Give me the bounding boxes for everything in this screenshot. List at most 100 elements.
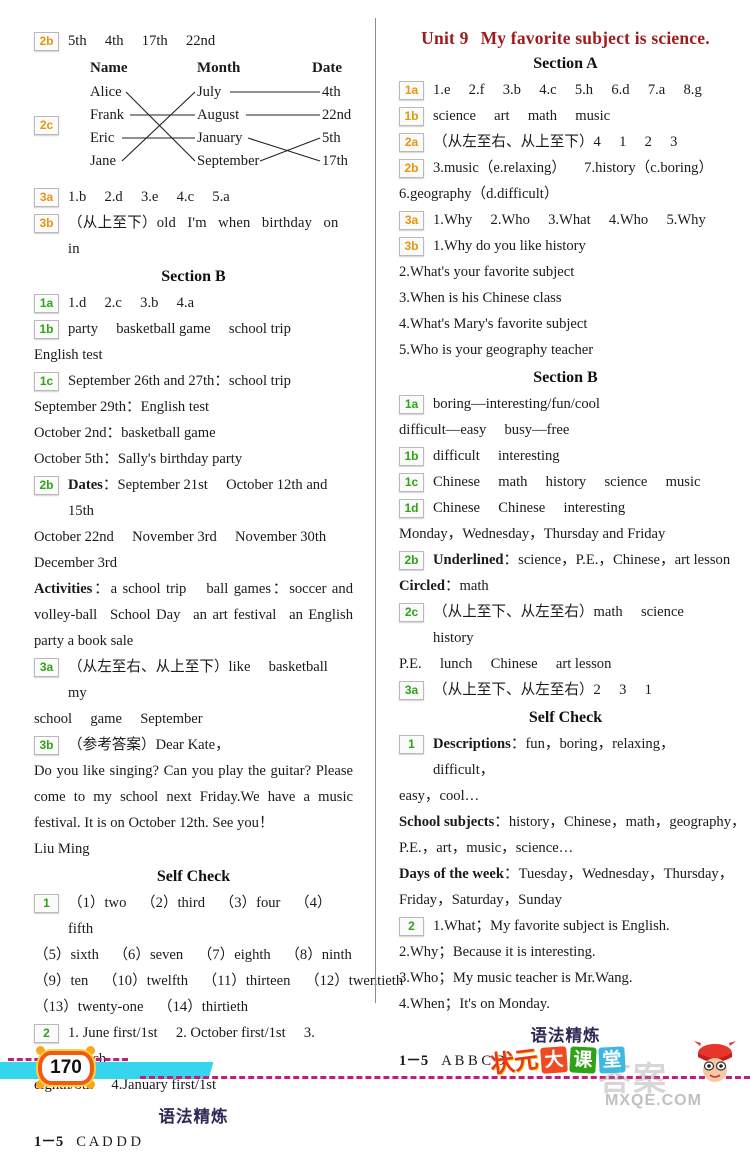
brand-logo-block-2: 课: [569, 1045, 597, 1074]
answer-row-1b: 1b party basketball game school trip: [34, 316, 353, 342]
exercise-badge-3a: 3a: [34, 658, 59, 677]
exercise-badge-2c: 2c: [399, 603, 424, 622]
answer-text: （从左至右、从上至下）4 1 2 3: [433, 134, 678, 150]
school-subjects-line: School subjects：history，Chinese，math，geo…: [399, 809, 746, 835]
school-subjects-label: School subjects: [399, 814, 495, 830]
answer-row-2b: 2b Dates：September 21st October 12th and…: [34, 472, 353, 524]
exercise-badge-3a: 3a: [399, 211, 424, 230]
answer-row-1: 1 Descriptions：fun，boring，relaxing，diffi…: [399, 731, 732, 783]
exercise-badge-1b: 1b: [399, 447, 424, 466]
circled-value: ：math: [444, 578, 489, 594]
answer-text: （1）two （2）third （3）four （4）fifth: [68, 895, 332, 937]
grammar-range: 1－5: [34, 1134, 64, 1150]
answer-row-2b: 2b 5th 4th 17th 22nd: [34, 28, 353, 54]
left-column: 2b 5th 4th 17th 22nd 2c Name Month Date …: [0, 0, 403, 1150]
exercise-badge-1d: 1d: [399, 499, 424, 518]
answer-text-cont: September 29th：English test: [34, 399, 210, 415]
answer-text: Underlined：science，P.E.，Chinese，art less…: [424, 547, 732, 573]
answer-row-1d: 1d Chinese Chinese interesting: [399, 495, 732, 521]
answer-key-page: 2b 5th 4th 17th 22nd 2c Name Month Date …: [0, 0, 750, 1150]
answer-text: Chinese Chinese interesting: [433, 500, 626, 516]
answer-row-2a: 2a （从左至右、从上至下）4 1 2 3: [399, 129, 732, 155]
answer-row-2b: 2b 3.music（e.relaxing） 7.history（c.borin…: [399, 155, 732, 181]
underlined-label: Underlined: [433, 552, 504, 568]
answer-row-2c: 2c （从上至下、从左至右）math science history: [399, 599, 732, 651]
answer-text: 1.Why 2.Who 3.What 4.Who 5.Why: [433, 212, 706, 228]
answer-text: boring—interesting/fun/cool: [433, 396, 600, 412]
answer-text-cont: English test: [34, 347, 103, 363]
answer-row-3a: 3a 1.Why 2.Who 3.What 4.Who 5.Why: [399, 207, 732, 233]
exercise-badge-2: 2: [399, 917, 424, 936]
exercise-badge-1b: 1b: [34, 320, 59, 339]
answer-row-3a: 3a （从上至下、从左至右）2 3 1: [399, 677, 732, 703]
answer-row-1c: 1c September 26th and 27th：school trip: [34, 368, 353, 394]
dates-value: ：September 21st October 12th and 15th: [68, 477, 328, 519]
answer-row-2: 2 1.What；My favorite subject is English.: [399, 913, 732, 939]
answer-row-1c: 1c Chinese math history science music: [399, 469, 732, 495]
answer-text-cont: October 2nd：basketball game: [34, 425, 216, 441]
dates-label: Dates: [68, 477, 103, 493]
answer-row-3b: 3b 1.Why do you like history: [399, 233, 732, 259]
answer-text: （参考答案）Dear Kate，: [68, 737, 230, 753]
answer-text-cont: easy，cool…: [399, 788, 480, 804]
answer-text-cont: Monday，Wednesday，Thursday and Friday: [399, 526, 666, 542]
answer-text: （从上至下、从左至右）math science history: [433, 604, 699, 646]
answer-row-1a: 1a boring—interesting/fun/cool: [399, 391, 732, 417]
answer-row-3b: 3b （参考答案）Dear Kate，: [34, 732, 353, 758]
exercise-badge-1: 1: [34, 894, 59, 913]
brand-logo: 状元 大 课 堂: [488, 1042, 626, 1079]
exercise-badge-2b: 2b: [399, 159, 424, 178]
answer-text: Chinese math history science music: [433, 474, 701, 490]
answer-text: 1.b 2.d 3.e 4.c 5.a: [68, 189, 230, 205]
grammar-answers: 1－5 C A D D D: [34, 1129, 353, 1155]
answer-text-cont: 6.geography（d.difficult）: [399, 186, 559, 202]
section-heading-b: Section B: [161, 268, 226, 285]
section-heading-self-check: Self Check: [528, 709, 603, 726]
answer-text-cont: October 22nd November 3rd November 30th: [34, 529, 327, 545]
mascot-icon: [694, 1041, 736, 1082]
answer-row-1: 1 （1）two （2）third （3）four （4）fifth: [34, 890, 353, 942]
answer-text-cont: December 3rd: [34, 555, 118, 571]
answer-text: Descriptions：fun，boring，relaxing，difficu…: [424, 731, 732, 783]
page-footer: 170 答案 MXQE.COM 状元 大 课 堂: [0, 1030, 750, 1112]
answer-text: 1.Why do you like history: [433, 238, 586, 254]
letter-signature: Liu Ming: [34, 841, 90, 857]
answer-text: 3.music（e.relaxing） 7.history（c.boring）: [433, 160, 714, 176]
exercise-badge-2b: 2b: [34, 476, 59, 495]
answer-text-cont: 3.Who；My music teacher is Mr.Wang.: [399, 970, 633, 986]
days-of-week-value: ：Tuesday，Wednesday，Thursday，: [503, 866, 734, 882]
answer-row-3a: 3a （从左至右、从上至下）like basketball my: [34, 654, 353, 706]
answer-text-cont: difficult—easy busy—free: [399, 422, 570, 438]
unit-title: Unit 9 My favorite subject is science.: [399, 28, 732, 49]
answer-text: 1.What；My favorite subject is English.: [433, 918, 670, 934]
column-divider: [375, 18, 376, 1003]
answer-text: 1.e 2.f 3.b 4.c 5.h 6.d 7.a 8.g: [433, 82, 702, 98]
answer-text-cont: 2.Why；Because it is interesting.: [399, 944, 596, 960]
answer-text-cont: （5）sixth （6）seven （7）eighth （8）ninth: [34, 947, 352, 963]
section-heading-a: Section A: [533, 55, 598, 72]
answer-row-3a: 3a 1.b 2.d 3.e 4.c 5.a: [34, 184, 353, 210]
exercise-badge-3a: 3a: [399, 681, 424, 700]
brand-logo-block-3: 堂: [598, 1045, 626, 1074]
brand-logo-cn: 状元: [488, 1045, 540, 1079]
descriptions-label: Descriptions: [433, 736, 511, 752]
answer-text-cont: P.E. lunch Chinese art lesson: [399, 656, 612, 672]
exercise-badge-3b: 3b: [399, 237, 424, 256]
answer-text-cont: 4.When；It's on Monday.: [399, 996, 550, 1012]
exercise-badge-1a: 1a: [399, 395, 424, 414]
answer-text-cont: October 5th：Sally's birthday party: [34, 451, 243, 467]
unit-label: Unit 9: [421, 28, 469, 48]
activities-block: Activities：a school trip ball games：socc…: [34, 576, 353, 654]
two-column-body: 2b 5th 4th 17th 22nd 2c Name Month Date …: [0, 0, 750, 1150]
answer-text: （从左至右、从上至下）like basketball my: [68, 659, 343, 701]
grammar-values: C A D D D: [76, 1134, 142, 1150]
exercise-badge-2b: 2b: [399, 551, 424, 570]
answer-text: September 26th and 27th：school trip: [68, 373, 291, 389]
circled-label: Circled: [399, 578, 445, 594]
exercise-badge-1: 1: [399, 735, 424, 754]
answer-text-cont: Friday，Saturday，Sunday: [399, 892, 562, 908]
answer-text-cont: 2.What's your favorite subject: [399, 264, 575, 280]
letter-body: Do you like singing? Can you play the gu…: [34, 763, 353, 831]
answer-row-3b: 3b （从上至下）old I'm when birthday on in: [34, 210, 353, 262]
answer-row-2b: 2b Underlined：science，P.E.，Chinese，art l…: [399, 547, 732, 573]
